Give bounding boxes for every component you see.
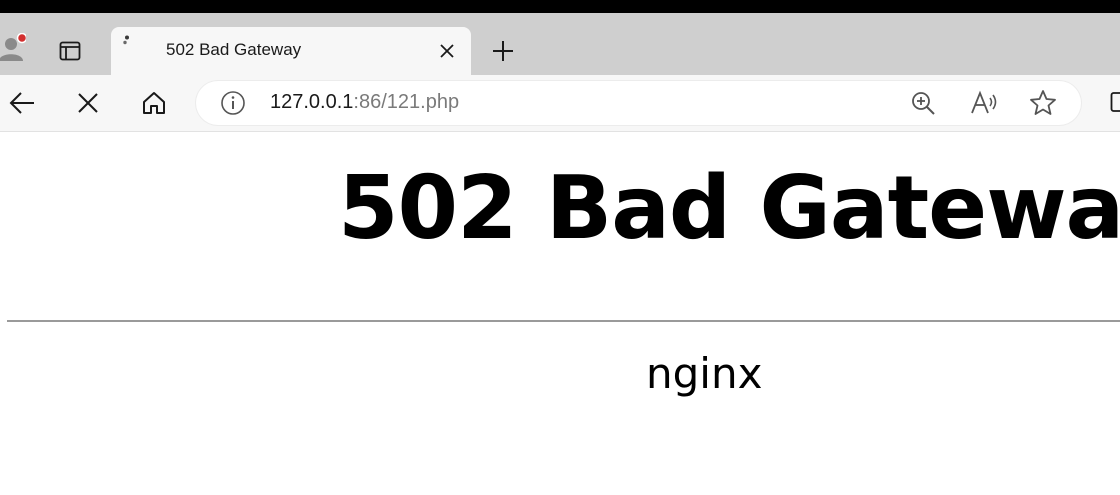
page-content: 502 Bad Gateway nginx: [0, 132, 1120, 495]
navigation-toolbar: 127.0.0.1:86/121.php: [0, 75, 1120, 132]
server-name: nginx: [646, 349, 763, 398]
horizontal-rule: [7, 320, 1120, 322]
read-aloud-icon[interactable]: [970, 89, 998, 117]
extensions-icon[interactable]: [1110, 91, 1120, 113]
page-heading: 502 Bad Gateway: [338, 157, 1120, 259]
close-icon[interactable]: [433, 37, 461, 65]
profile-avatar-icon[interactable]: [0, 32, 28, 63]
plus-icon[interactable]: [488, 36, 518, 66]
loading-spinner-icon: [121, 33, 141, 53]
url-host: 127.0.0.1: [270, 91, 354, 113]
home-icon[interactable]: [136, 85, 172, 121]
tab-actions-icon[interactable]: [56, 37, 84, 65]
star-icon[interactable]: [1029, 89, 1057, 117]
url-path: :86/121.php: [353, 91, 460, 113]
tab-active[interactable]: 502 Bad Gateway: [111, 27, 471, 75]
zoom-in-icon[interactable]: [909, 89, 937, 117]
back-arrow-icon[interactable]: [4, 85, 40, 121]
info-icon[interactable]: [220, 90, 246, 116]
tab-title: 502 Bad Gateway: [166, 40, 302, 59]
window-top-edge: [0, 0, 1120, 13]
stop-icon[interactable]: [70, 85, 106, 121]
url-text[interactable]: 127.0.0.1:86/121.php: [270, 91, 459, 114]
address-bar[interactable]: 127.0.0.1:86/121.php: [196, 81, 1081, 125]
